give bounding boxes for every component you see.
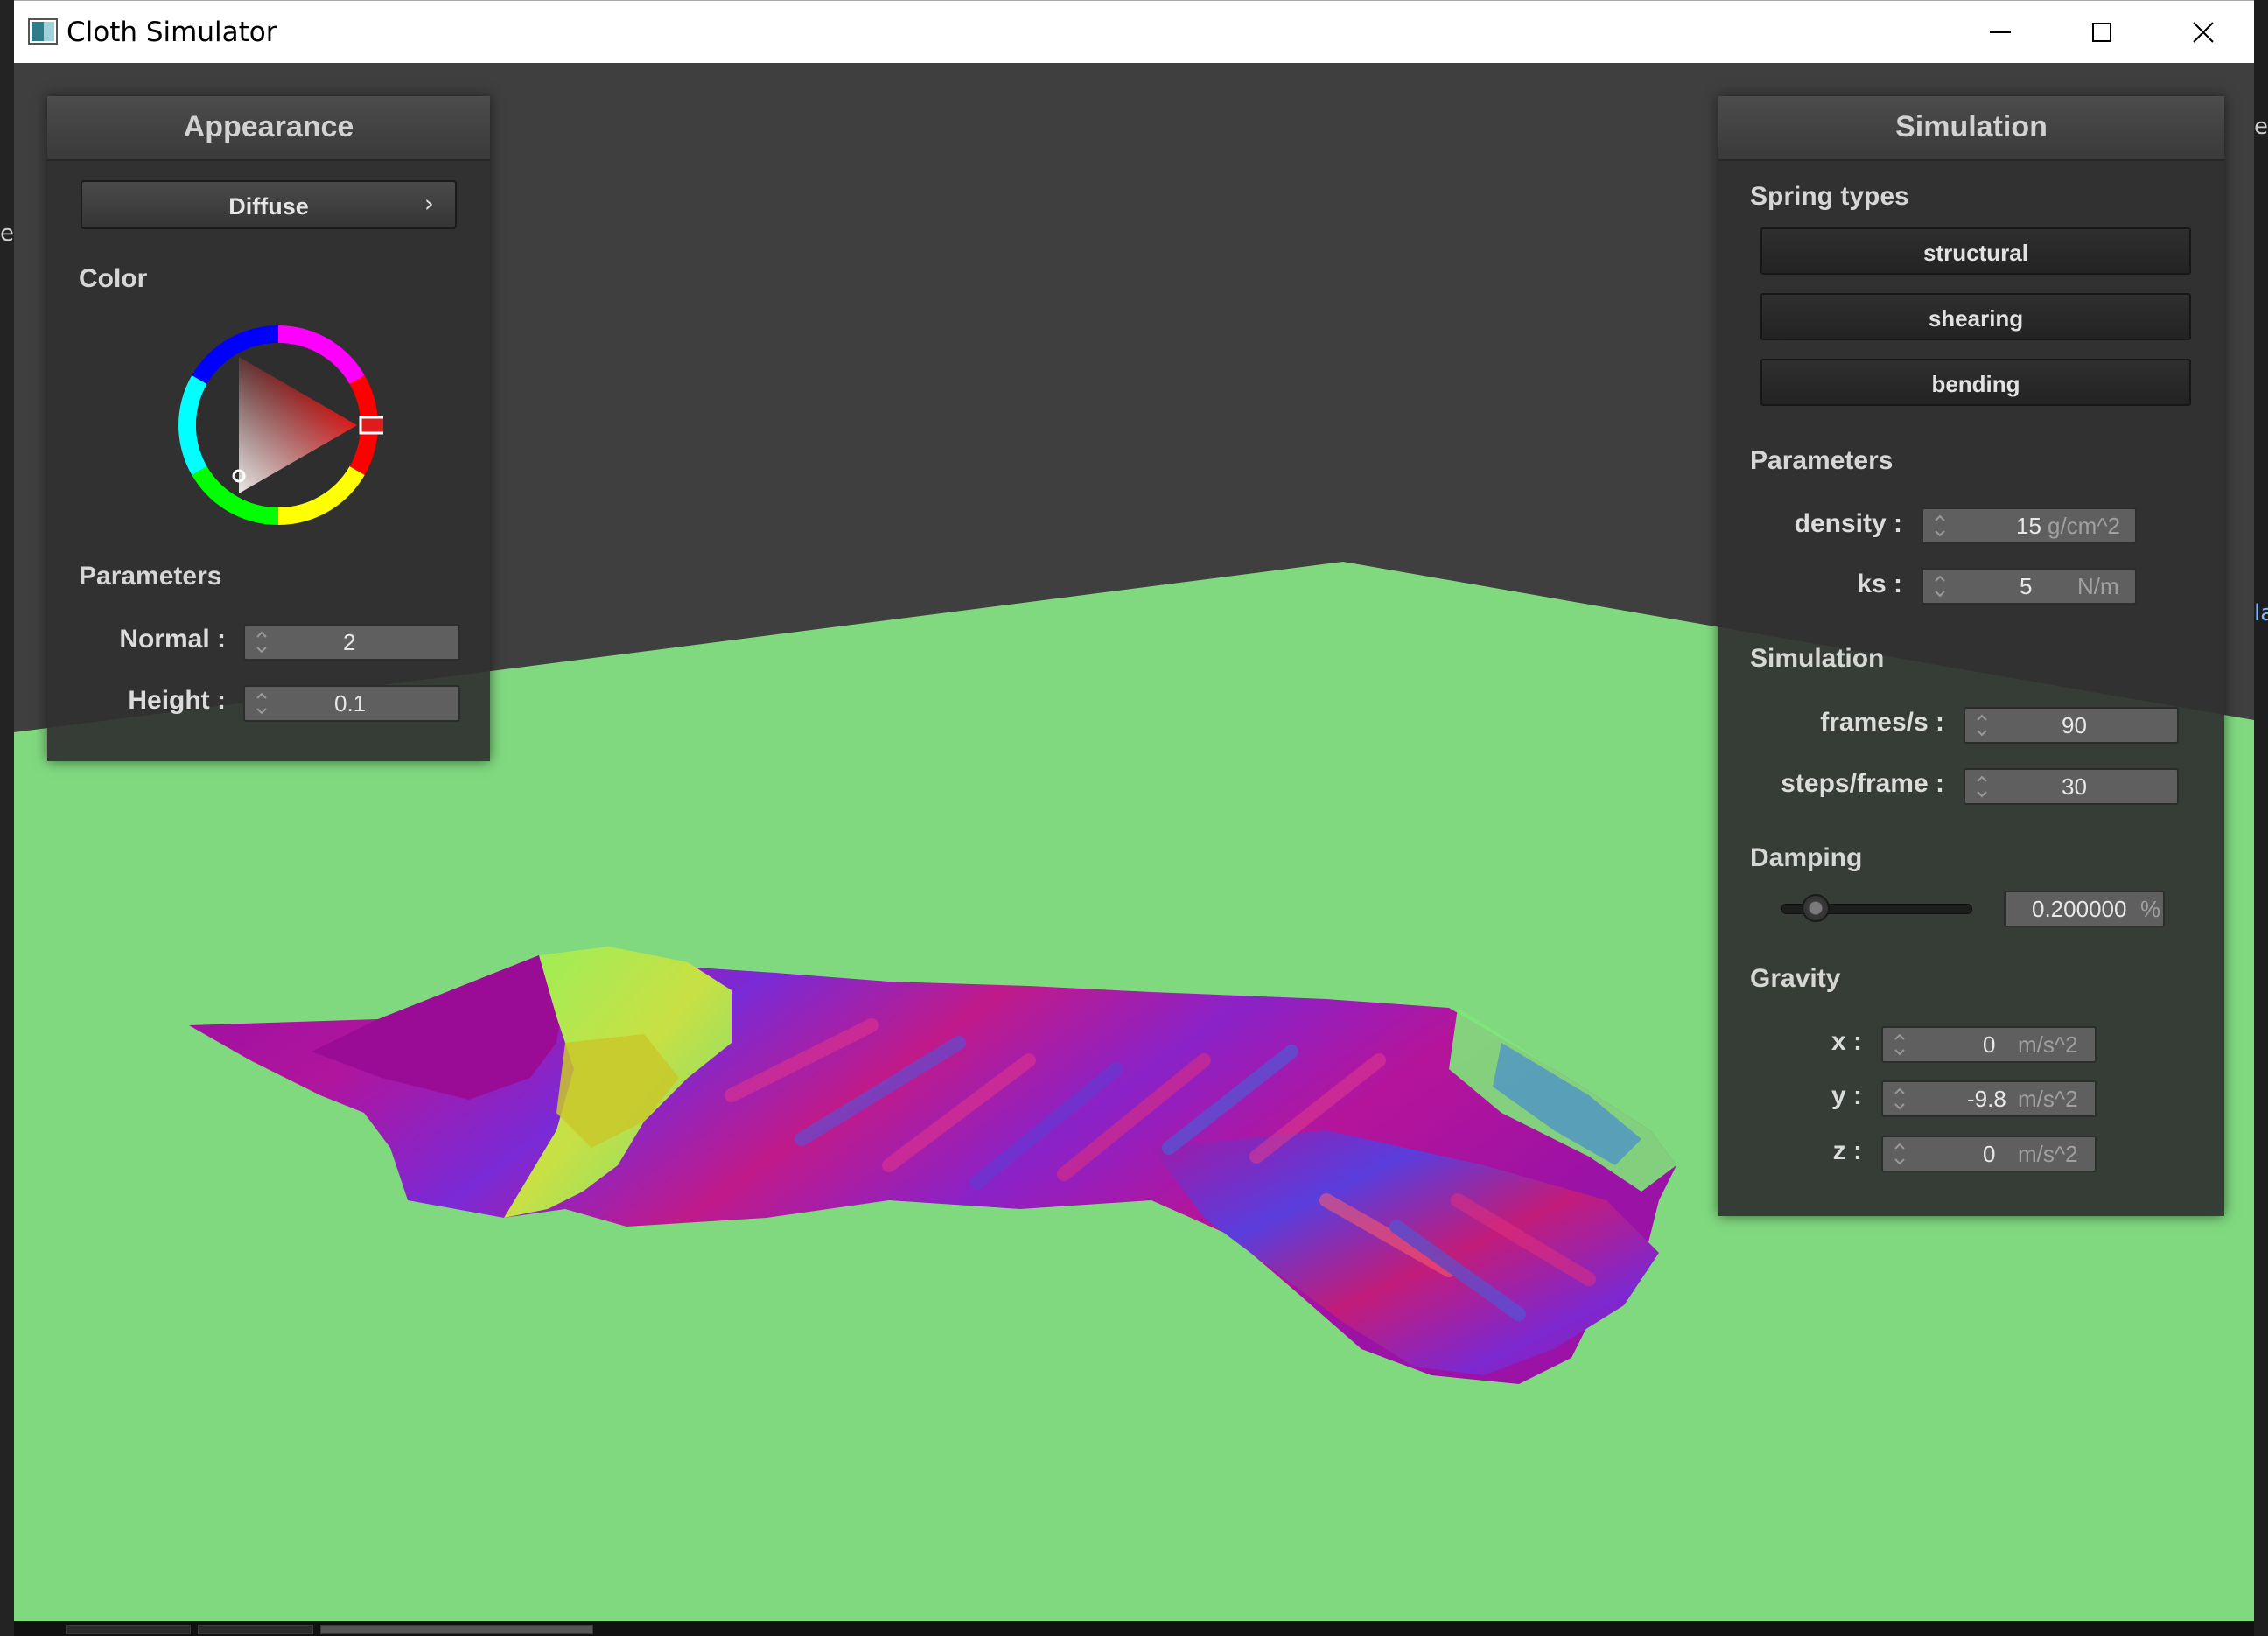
gravity-z-spinbox[interactable]: 0 m/s^2	[1881, 1136, 2096, 1172]
spinner-arrows-icon[interactable]	[1888, 1028, 1911, 1061]
normal-label: Normal :	[119, 625, 226, 654]
spinner-arrows-icon[interactable]	[250, 687, 273, 720]
shader-dropdown[interactable]: Diffuse ›	[80, 180, 457, 229]
appearance-title: Appearance	[183, 110, 354, 143]
gravity-y-unit: m/s^2	[2018, 1086, 2078, 1112]
appearance-panel-header[interactable]: Appearance	[47, 96, 490, 161]
simulation-panel: Simulation Spring types structural shear…	[1718, 96, 2224, 1216]
density-value: 15	[2016, 513, 2041, 539]
density-unit: g/cm^2	[2048, 513, 2121, 539]
desktop-right-glyph-1: e	[2254, 114, 2268, 140]
taskbar-strip	[14, 1621, 2254, 1636]
color-wheel[interactable]	[173, 320, 383, 530]
desktop-right-edge: e la	[2254, 0, 2268, 1636]
app-window: Cloth Simulator Appearance Diffuse › Col…	[14, 0, 2254, 1621]
close-button[interactable]	[2152, 1, 2254, 64]
ks-value: 5	[2020, 573, 2033, 599]
taskbar-segment	[198, 1625, 313, 1634]
hue-handle[interactable]	[359, 416, 383, 435]
app-icon	[28, 18, 58, 45]
normal-value: 2	[343, 629, 356, 655]
ks-label: ks :	[1857, 570, 1902, 598]
height-spinbox[interactable]: 0.1	[243, 685, 460, 722]
bending-label: bending	[1931, 371, 2020, 397]
spring-types-label: Spring types	[1750, 182, 1909, 211]
gravity-x-label: x :	[1830, 1027, 1862, 1056]
gravity-y-label: y :	[1830, 1081, 1862, 1110]
desktop-right-glyph-2: la	[2254, 600, 2268, 626]
steps-per-frame-label: steps/frame :	[1781, 769, 1944, 798]
spinner-arrows-icon[interactable]	[1928, 570, 1951, 603]
spinner-arrows-icon[interactable]	[1970, 709, 1993, 742]
density-label: density :	[1794, 509, 1902, 538]
frames-per-second-spinbox[interactable]: 90	[1964, 707, 2179, 744]
window-title: Cloth Simulator	[66, 17, 277, 48]
structural-label: structural	[1923, 240, 2028, 266]
height-label: Height :	[128, 686, 226, 715]
appearance-parameters-label: Parameters	[79, 562, 222, 591]
spinner-arrows-icon[interactable]	[250, 626, 273, 659]
simulation-title: Simulation	[1895, 110, 2048, 143]
gravity-z-value: 0	[1983, 1141, 1996, 1167]
steps-per-frame-value: 30	[2062, 773, 2087, 800]
normal-spinbox[interactable]: 2	[243, 624, 460, 661]
gravity-x-unit: m/s^2	[2018, 1031, 2078, 1058]
damping-value: 0.200000	[2032, 896, 2127, 922]
gravity-y-spinbox[interactable]: -9.8 m/s^2	[1881, 1080, 2096, 1117]
gravity-x-spinbox[interactable]: 0 m/s^2	[1881, 1026, 2096, 1063]
gravity-label: Gravity	[1750, 964, 1841, 993]
shader-dropdown-value: Diffuse	[228, 193, 309, 220]
ks-unit: N/m	[2077, 573, 2119, 599]
sim-parameters-label: Parameters	[1750, 446, 1894, 475]
height-value: 0.1	[334, 690, 367, 717]
appearance-panel: Appearance Diffuse › Color Parameters No…	[47, 96, 490, 761]
taskbar-segment	[66, 1625, 191, 1634]
gravity-y-value: -9.8	[1967, 1086, 2006, 1112]
damping-value-field[interactable]: 0.200000 %	[2004, 891, 2165, 927]
spinner-arrows-icon[interactable]	[1928, 509, 1951, 542]
maximize-icon	[2092, 23, 2111, 42]
damping-label: Damping	[1750, 843, 1863, 872]
desktop-left-glyph: e	[0, 220, 14, 247]
chevron-right-icon: ›	[424, 189, 434, 218]
frames-per-second-value: 90	[2062, 712, 2087, 738]
spinner-arrows-icon[interactable]	[1888, 1137, 1911, 1171]
color-section-label: Color	[79, 264, 148, 293]
spinner-arrows-icon[interactable]	[1888, 1082, 1911, 1115]
frames-per-second-label: frames/s :	[1820, 708, 1944, 737]
render-viewport[interactable]: Appearance Diffuse › Color Parameters No…	[14, 63, 2254, 1621]
desktop-left-edge: e	[0, 0, 14, 1636]
maximize-button[interactable]	[2051, 1, 2152, 64]
taskbar-segment	[320, 1625, 593, 1634]
simulation-section-label: Simulation	[1750, 644, 1885, 673]
density-spinbox[interactable]: 15 g/cm^2	[1922, 507, 2137, 544]
shearing-spring-button[interactable]: shearing	[1760, 293, 2191, 340]
structural-spring-button[interactable]: structural	[1760, 227, 2191, 275]
steps-per-frame-spinbox[interactable]: 30	[1964, 768, 2179, 805]
spinner-arrows-icon[interactable]	[1970, 770, 1993, 803]
gravity-x-value: 0	[1983, 1031, 1996, 1058]
gravity-z-label: z :	[1832, 1136, 1862, 1165]
minimize-button[interactable]	[1950, 1, 2051, 64]
ks-spinbox[interactable]: 5 N/m	[1922, 568, 2137, 605]
damping-unit: %	[2140, 896, 2161, 922]
shearing-label: shearing	[1928, 305, 2024, 332]
gravity-z-unit: m/s^2	[2018, 1141, 2078, 1167]
close-icon	[2193, 22, 2214, 43]
damping-slider-knob[interactable]	[1802, 894, 1830, 922]
title-bar[interactable]: Cloth Simulator	[14, 0, 2254, 63]
simulation-panel-header[interactable]: Simulation	[1718, 96, 2224, 161]
bending-spring-button[interactable]: bending	[1760, 359, 2191, 406]
minimize-icon	[1990, 31, 2011, 33]
